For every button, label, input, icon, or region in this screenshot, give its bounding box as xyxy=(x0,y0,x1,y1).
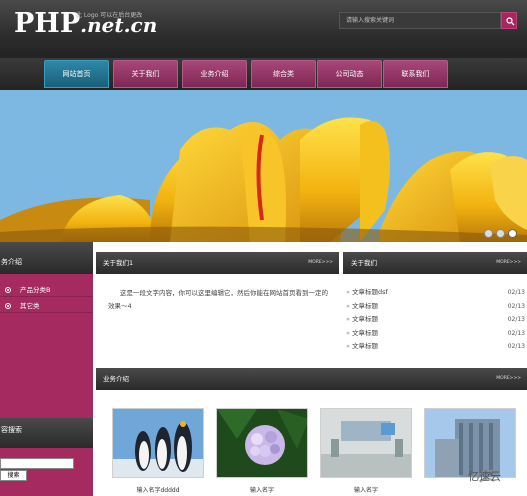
news-list-item[interactable]: » 文章标题 02/13 xyxy=(343,340,527,353)
news-item-title: 文章标题 xyxy=(352,329,378,337)
news-list-item[interactable]: » 文章标题 02/13 xyxy=(343,327,527,340)
main-nav: 网站首页 关于我们 业务介绍 综合类 公司动态 联系我们 xyxy=(0,58,527,90)
about-text: 这是一段文字内容，你可以这里编辑它，然后你能在网站首页看到一定的效果～4 xyxy=(108,289,328,310)
news-list-item[interactable]: » 文章标题 02/13 xyxy=(343,313,527,326)
search-icon xyxy=(506,17,515,26)
business-title: 业务介绍 xyxy=(103,375,129,383)
about-title: 关于我们1 xyxy=(103,259,134,267)
banner-slideshow[interactable] xyxy=(0,90,527,242)
nav-contact[interactable]: 联系我们 xyxy=(383,60,448,88)
sidebar-item-label: 产品分类B xyxy=(20,286,51,294)
hydrangea-image xyxy=(217,409,307,477)
office-image xyxy=(321,409,411,477)
nav-home[interactable]: 网站首页 xyxy=(44,60,109,88)
product-caption: 输入名字 xyxy=(353,487,378,494)
sidebar-search-title: 容搜索 xyxy=(0,418,93,448)
news-item-date: 02/13 xyxy=(507,316,525,323)
penguins-image xyxy=(113,409,203,477)
logo-subtitle: 此 Logo 可以在后台更改 xyxy=(76,12,143,19)
news-title: 关于我们 xyxy=(351,259,377,267)
arrow-bullet-icon: » xyxy=(346,302,350,310)
nav-news[interactable]: 公司动态 xyxy=(317,60,382,88)
news-list-item[interactable]: » 文章标题dsf 02/13 xyxy=(343,286,527,299)
news-section-header: 关于我们 MORE>>> xyxy=(343,252,527,274)
search-button[interactable] xyxy=(501,12,517,29)
sidebar-item-label: 其它类 xyxy=(20,302,40,310)
product-thumb-penguins[interactable] xyxy=(112,408,204,478)
nav-about[interactable]: 关于我们 xyxy=(113,60,178,88)
sidebar-search-label: 搜索 xyxy=(7,472,20,479)
watermark-text: 亿速云 xyxy=(468,470,501,483)
about-section-header: 关于我们1 MORE>>> xyxy=(96,252,339,274)
news-item-date: 02/13 xyxy=(507,303,525,310)
news-list-item[interactable]: » 文章标题 02/13 xyxy=(343,300,527,313)
site-header: PHP.net.cn 此 Logo 可以在后台更改 请输入搜索关键词 xyxy=(0,0,527,58)
nav-general[interactable]: 综合类 xyxy=(251,60,316,88)
product-thumb-hydrangea[interactable] xyxy=(216,408,308,478)
arrow-bullet-icon: » xyxy=(346,288,350,296)
nav-business[interactable]: 业务介绍 xyxy=(182,60,247,88)
slide-dot-3[interactable] xyxy=(508,229,517,238)
arrow-bullet-icon: » xyxy=(346,315,350,323)
sidebar-item-other[interactable]: 其它类 xyxy=(0,299,93,313)
business-more-link[interactable]: MORE>>> xyxy=(496,368,521,390)
tulip-banner-image xyxy=(0,90,527,242)
logo-main: PHP xyxy=(14,8,81,39)
product-thumb-office[interactable] xyxy=(320,408,412,478)
slide-dot-1[interactable] xyxy=(484,229,493,238)
news-item-title: 文章标题dsf xyxy=(352,288,388,296)
news-item-date: 02/13 xyxy=(507,289,525,296)
bullet-icon xyxy=(5,303,11,309)
arrow-bullet-icon: » xyxy=(346,329,350,337)
news-item-date: 02/13 xyxy=(507,343,525,350)
search-input[interactable]: 请输入搜索关键词 xyxy=(339,12,501,29)
left-sidebar: 务介绍 产品分类B 其它类 容搜索 搜索 xyxy=(0,242,93,496)
sidebar-search-input[interactable] xyxy=(0,458,74,469)
business-section-header: 业务介绍 MORE>>> xyxy=(96,368,527,390)
news-more-link[interactable]: MORE>>> xyxy=(496,252,521,274)
about-more-link[interactable]: MORE>>> xyxy=(308,252,333,274)
slide-indicators xyxy=(484,229,517,238)
news-item-title: 文章标题 xyxy=(352,342,378,350)
arrow-bullet-icon: » xyxy=(346,342,350,350)
sidebar-search-button[interactable]: 搜索 xyxy=(0,470,27,481)
sidebar-business-title: 务介绍 xyxy=(0,242,93,274)
product-caption: 输入名字ddddd xyxy=(136,487,180,494)
sidebar-item-category-b[interactable]: 产品分类B xyxy=(0,283,93,297)
slide-dot-2[interactable] xyxy=(496,229,505,238)
news-item-title: 文章标题 xyxy=(352,302,378,310)
news-item-date: 02/13 xyxy=(507,330,525,337)
news-item-title: 文章标题 xyxy=(352,315,378,323)
product-caption: 输入名字 xyxy=(249,487,274,494)
bullet-icon xyxy=(5,287,11,293)
